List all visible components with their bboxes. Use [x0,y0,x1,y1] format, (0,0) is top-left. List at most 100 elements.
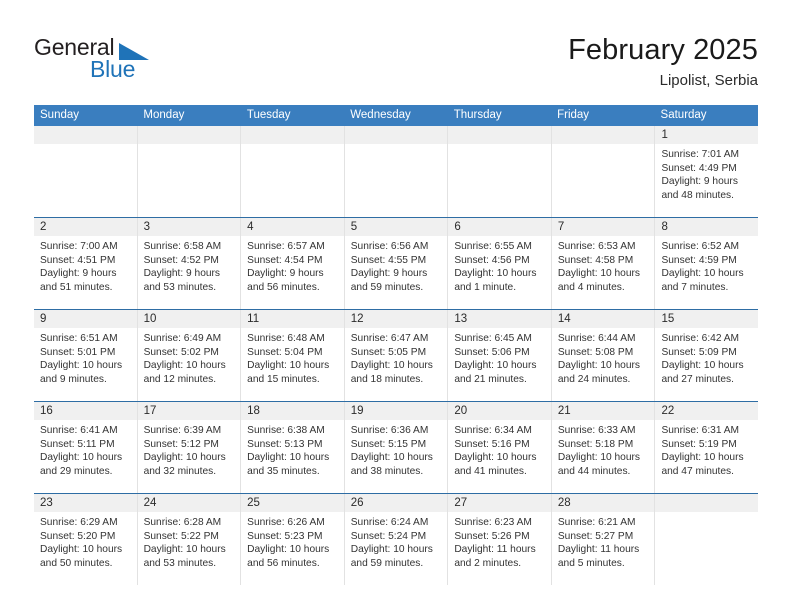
calendar-day-cell[interactable]: 21 Sunrise: 6:33 AM Sunset: 5:18 PM Dayli… [550,402,655,493]
day-sun-info: Sunrise: 6:44 AM Sunset: 5:08 PM Dayligh… [557,333,641,385]
day-sun-info: Sunrise: 6:23 AM Sunset: 5:26 PM Dayligh… [454,517,536,569]
day-number: 18 [241,402,344,420]
day-number [448,126,551,144]
calendar-day-cell[interactable]: 13 Sunrise: 6:45 AM Sunset: 5:06 PM Dayli… [447,310,551,401]
day-sun-info: Sunrise: 6:52 AM Sunset: 4:59 PM Dayligh… [661,241,744,293]
day-sun-info: Sunrise: 6:26 AM Sunset: 5:23 PM Dayligh… [247,517,330,569]
calendar-day-cell[interactable]: 1 Sunrise: 7:01 AM Sunset: 4:49 PM Daylig… [654,126,759,217]
calendar-day-cell[interactable]: 16 Sunrise: 6:41 AM Sunset: 5:11 PM Dayli… [34,402,137,493]
calendar-day-cell[interactable]: 26 Sunrise: 6:24 AM Sunset: 5:24 PM Dayli… [343,494,448,585]
day-sun-info: Sunrise: 6:55 AM Sunset: 4:56 PM Dayligh… [454,241,537,293]
page-header: General Blue February 2025 Lipolist, Ser… [34,34,758,92]
day-number: 5 [344,218,448,236]
day-sun-info: Sunrise: 6:28 AM Sunset: 5:22 PM Dayligh… [143,517,226,569]
day-number: 21 [551,402,655,420]
day-sun-info: Sunrise: 6:21 AM Sunset: 5:27 PM Dayligh… [557,517,640,569]
day-number: 9 [34,310,137,328]
day-number: 23 [34,494,137,512]
calendar-day-cell[interactable]: 11 Sunrise: 6:48 AM Sunset: 5:04 PM Dayli… [240,310,344,401]
calendar-day-cell[interactable]: 4 Sunrise: 6:57 AM Sunset: 4:54 PM Daylig… [240,218,344,309]
day-number: 25 [241,494,344,512]
calendar-week-row: 2 Sunrise: 7:00 AM Sunset: 4:51 PM Daylig… [34,217,759,309]
day-number: 14 [551,310,655,328]
calendar-day-cell[interactable]: 15 Sunrise: 6:42 AM Sunset: 5:09 PM Dayli… [654,310,759,401]
day-number: 26 [344,494,448,512]
day-number: 8 [655,218,759,236]
day-number: 11 [241,310,344,328]
calendar-day-cell-empty [34,126,137,217]
page-subtitle: Lipolist, Serbia [659,72,758,89]
calendar-day-cell[interactable]: 8 Sunrise: 6:52 AM Sunset: 4:59 PM Daylig… [654,218,759,309]
logo-text-blue: Blue [90,56,136,82]
day-number: 10 [137,310,241,328]
day-sun-info: Sunrise: 7:01 AM Sunset: 4:49 PM Dayligh… [661,149,740,201]
day-sun-info: Sunrise: 6:34 AM Sunset: 5:16 PM Dayligh… [454,425,537,477]
day-number [137,126,241,144]
day-number [551,126,655,144]
day-number: 7 [551,218,655,236]
day-number: 22 [655,402,759,420]
calendar-day-cell[interactable]: 17 Sunrise: 6:39 AM Sunset: 5:12 PM Dayli… [136,402,241,493]
calendar-day-cell-empty [447,126,551,217]
brand-logo: General Blue [34,34,194,86]
weekday-header-row: Sunday Monday Tuesday Wednesday Thursday… [34,105,758,126]
day-sun-info: Sunrise: 6:42 AM Sunset: 5:09 PM Dayligh… [661,333,744,385]
day-number: 3 [137,218,241,236]
day-number [655,494,759,512]
calendar-day-cell-empty [136,126,241,217]
day-sun-info: Sunrise: 6:51 AM Sunset: 5:01 PM Dayligh… [40,333,123,385]
day-sun-info: Sunrise: 6:38 AM Sunset: 5:13 PM Dayligh… [247,425,330,477]
calendar-day-cell[interactable]: 24 Sunrise: 6:28 AM Sunset: 5:22 PM Dayli… [136,494,241,585]
calendar-day-cell[interactable]: 6 Sunrise: 6:55 AM Sunset: 4:56 PM Daylig… [447,218,551,309]
weekday-header-thursday: Thursday [453,109,502,121]
day-sun-info: Sunrise: 6:56 AM Sunset: 4:55 PM Dayligh… [350,241,429,293]
day-sun-info: Sunrise: 6:29 AM Sunset: 5:20 PM Dayligh… [40,517,123,569]
calendar-grid: Sunday Monday Tuesday Wednesday Thursday… [34,105,759,585]
day-sun-info: Sunrise: 6:48 AM Sunset: 5:04 PM Dayligh… [247,333,330,385]
calendar-day-cell[interactable]: 9 Sunrise: 6:51 AM Sunset: 5:01 PM Daylig… [34,310,137,401]
day-sun-info: Sunrise: 6:58 AM Sunset: 4:52 PM Dayligh… [143,241,222,293]
day-number: 27 [448,494,551,512]
weekday-header-wednesday: Wednesday [350,109,411,121]
calendar-day-cell[interactable]: 2 Sunrise: 7:00 AM Sunset: 4:51 PM Daylig… [34,218,137,309]
day-number: 6 [448,218,551,236]
day-sun-info: Sunrise: 6:41 AM Sunset: 5:11 PM Dayligh… [40,425,123,477]
calendar-week-row: 9 Sunrise: 6:51 AM Sunset: 5:01 PM Daylig… [34,309,759,401]
weekday-header-sunday: Sunday [40,109,80,121]
day-number: 2 [34,218,137,236]
day-number: 20 [448,402,551,420]
title-block: February 2025 Lipolist, Serbia [568,32,758,92]
day-number [34,126,137,144]
calendar-day-cell[interactable]: 27 Sunrise: 6:23 AM Sunset: 5:26 PM Dayli… [447,494,551,585]
day-number: 1 [655,126,759,144]
calendar-day-cell[interactable]: 3 Sunrise: 6:58 AM Sunset: 4:52 PM Daylig… [136,218,241,309]
calendar-day-cell[interactable]: 14 Sunrise: 6:44 AM Sunset: 5:08 PM Dayli… [550,310,655,401]
calendar-day-cell[interactable]: 28 Sunrise: 6:21 AM Sunset: 5:27 PM Dayli… [550,494,655,585]
calendar-day-cell[interactable]: 23 Sunrise: 6:29 AM Sunset: 5:20 PM Dayli… [34,494,137,585]
calendar-day-cell[interactable]: 5 Sunrise: 6:56 AM Sunset: 4:55 PM Daylig… [343,218,448,309]
day-sun-info: Sunrise: 6:45 AM Sunset: 5:06 PM Dayligh… [454,333,537,385]
calendar-day-cell[interactable]: 10 Sunrise: 6:49 AM Sunset: 5:02 PM Dayli… [136,310,241,401]
calendar-day-cell-empty [654,494,759,585]
calendar-day-cell[interactable]: 12 Sunrise: 6:47 AM Sunset: 5:05 PM Dayli… [343,310,448,401]
day-number [241,126,344,144]
day-sun-info: Sunrise: 6:31 AM Sunset: 5:19 PM Dayligh… [661,425,744,477]
day-number: 24 [137,494,241,512]
calendar-day-cell[interactable]: 7 Sunrise: 6:53 AM Sunset: 4:58 PM Daylig… [550,218,655,309]
day-sun-info: Sunrise: 6:47 AM Sunset: 5:05 PM Dayligh… [350,333,433,385]
calendar-day-cell-empty [240,126,344,217]
calendar-day-cell[interactable]: 18 Sunrise: 6:38 AM Sunset: 5:13 PM Dayli… [240,402,344,493]
day-number: 12 [344,310,448,328]
weekday-header-tuesday: Tuesday [246,109,291,121]
calendar-day-cell[interactable]: 20 Sunrise: 6:34 AM Sunset: 5:16 PM Dayli… [447,402,551,493]
day-sun-info: Sunrise: 6:57 AM Sunset: 4:54 PM Dayligh… [247,241,325,293]
day-sun-info: Sunrise: 6:24 AM Sunset: 5:24 PM Dayligh… [350,517,433,569]
day-number: 17 [137,402,241,420]
calendar-weeks: 1 Sunrise: 7:01 AM Sunset: 4:49 PM Daylig… [34,126,759,585]
calendar-day-cell[interactable]: 19 Sunrise: 6:36 AM Sunset: 5:15 PM Dayli… [343,402,448,493]
day-sun-info: Sunrise: 6:49 AM Sunset: 5:02 PM Dayligh… [143,333,226,385]
calendar-day-cell[interactable]: 22 Sunrise: 6:31 AM Sunset: 5:19 PM Dayli… [654,402,759,493]
day-sun-info: Sunrise: 6:53 AM Sunset: 4:58 PM Dayligh… [557,241,641,293]
calendar-day-cell[interactable]: 25 Sunrise: 6:26 AM Sunset: 5:23 PM Dayli… [240,494,344,585]
calendar-day-cell-empty [550,126,655,217]
